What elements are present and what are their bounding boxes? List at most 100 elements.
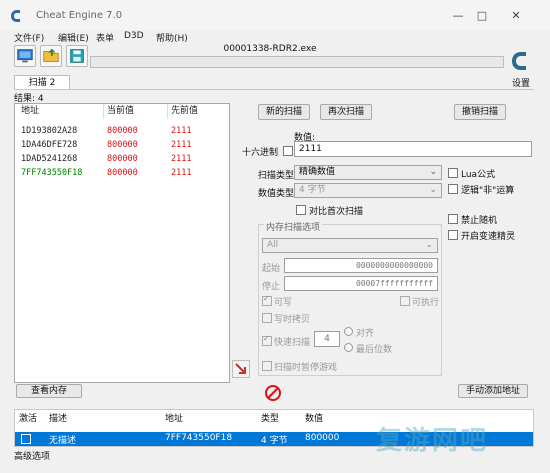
stop-label: 停止 xyxy=(262,282,281,292)
scan-progress-bar xyxy=(90,56,504,68)
scan-type-value: 精确数值 xyxy=(299,167,336,177)
value-type-value: 4 字节 xyxy=(299,185,326,195)
lua-label: Lua公式 xyxy=(461,170,496,180)
row-description: 无描述 xyxy=(49,436,77,446)
align-radio[interactable] xyxy=(344,327,353,336)
last-digits-radio[interactable] xyxy=(344,343,353,352)
column-header-value[interactable]: 数值 xyxy=(305,411,323,424)
row-address: 1DA46DFE728 xyxy=(21,140,78,150)
hex-checkbox[interactable] xyxy=(283,146,293,156)
list-item[interactable]: 7FF743550F18 800000 2111 xyxy=(15,166,229,180)
menu-edit[interactable]: 编辑(E) xyxy=(58,31,89,44)
row-current-value: 800000 xyxy=(107,154,138,164)
window-title: Cheat Engine 7.0 xyxy=(36,10,123,21)
column-header-description[interactable]: 描述 xyxy=(49,411,67,424)
copy-on-write-checkbox[interactable] xyxy=(262,313,272,323)
column-header-active[interactable]: 激活 xyxy=(19,411,37,424)
row-value: 800000 xyxy=(305,433,340,443)
pause-checkbox[interactable] xyxy=(262,361,272,371)
minimize-button[interactable]: — xyxy=(448,8,468,24)
open-file-button[interactable] xyxy=(40,45,62,67)
column-header-current[interactable]: 当前值 xyxy=(107,104,134,119)
chevron-down-icon: ⌄ xyxy=(429,185,437,195)
compare-first-checkbox[interactable] xyxy=(296,205,306,215)
folder-icon xyxy=(43,48,59,62)
value-input[interactable]: 2111 xyxy=(294,141,532,157)
view-memory-button[interactable]: 查看内存 xyxy=(16,384,82,398)
executable-checkbox[interactable] xyxy=(400,296,410,306)
column-divider xyxy=(103,104,104,119)
tab-scan-2[interactable]: 扫描 2 xyxy=(14,75,70,90)
fast-scan-label: 快速扫描 xyxy=(274,338,311,348)
column-header-type[interactable]: 类型 xyxy=(261,411,279,424)
next-scan-button[interactable]: 再次扫描 xyxy=(320,104,372,120)
executable-label: 可执行 xyxy=(412,298,440,308)
row-previous-value: 2111 xyxy=(171,154,192,164)
column-header-previous[interactable]: 先前值 xyxy=(171,104,198,119)
row-current-value: 800000 xyxy=(107,126,138,136)
new-scan-button[interactable]: 新的扫描 xyxy=(258,104,310,120)
menu-d3d[interactable]: D3D xyxy=(124,31,144,41)
menu-table[interactable]: 表单 xyxy=(96,31,114,44)
found-address-list[interactable]: 地址 当前值 先前值 1D193802A28 800000 2111 1DA46… xyxy=(14,103,230,383)
copy-on-write-label: 写时拷贝 xyxy=(274,315,311,325)
open-process-button[interactable] xyxy=(14,45,36,67)
stop-icon[interactable] xyxy=(264,384,282,402)
tab-divider xyxy=(14,89,534,90)
column-header-address[interactable]: 地址 xyxy=(21,104,39,119)
region-value: All xyxy=(267,240,279,250)
save-icon xyxy=(70,49,84,63)
settings-label[interactable]: 设置 xyxy=(512,76,530,89)
row-previous-value: 2111 xyxy=(171,126,192,136)
start-address-input[interactable]: 0000000000000000 xyxy=(284,258,438,273)
scan-type-select[interactable]: 精确数值 ⌄ xyxy=(294,165,442,180)
close-button[interactable]: ✕ xyxy=(506,8,526,24)
fast-scan-value-input[interactable]: 4 xyxy=(314,331,340,347)
process-name: 00001338-RDR2.exe xyxy=(223,44,317,54)
menu-help[interactable]: 帮助(H) xyxy=(156,31,188,44)
row-address: 1DAD5241268 xyxy=(21,154,78,164)
chevron-down-icon: ⌄ xyxy=(429,167,437,177)
menu-file[interactable]: 文件(F) xyxy=(14,31,44,44)
settings-logo-icon[interactable] xyxy=(510,48,532,74)
row-address: 1D193802A28 xyxy=(21,126,78,136)
check-icon: ✓ xyxy=(263,334,270,343)
check-icon: ✓ xyxy=(263,294,270,303)
save-button[interactable] xyxy=(66,45,88,67)
region-select[interactable]: All ⌄ xyxy=(262,238,438,253)
row-type: 4 字节 xyxy=(261,436,288,446)
writable-label: 可写 xyxy=(274,298,293,308)
maximize-button[interactable]: □ xyxy=(472,8,492,24)
start-label: 起始 xyxy=(262,264,281,274)
memory-options-title: 内存扫描选项 xyxy=(264,220,323,233)
no-random-label: 禁止随机 xyxy=(461,216,498,226)
list-item[interactable]: 1D193802A28 800000 2111 xyxy=(15,124,229,138)
value-type-label: 数值类型 xyxy=(258,189,295,199)
column-divider xyxy=(167,104,168,119)
hex-label: 十六进制 xyxy=(242,148,279,158)
list-item[interactable]: 1DA46DFE728 800000 2111 xyxy=(15,138,229,152)
value-type-select[interactable]: 4 字节 ⌄ xyxy=(294,183,442,198)
add-selected-arrow-icon[interactable] xyxy=(232,360,250,378)
speedhack-checkbox[interactable] xyxy=(448,230,458,240)
row-previous-value: 2111 xyxy=(171,168,192,178)
stop-address-input[interactable]: 00007fffffffffff xyxy=(284,276,438,291)
add-address-manually-button[interactable]: 手动添加地址 xyxy=(458,384,528,398)
undo-scan-button[interactable]: 撤销扫描 xyxy=(454,104,506,120)
pause-label: 扫描时暂停游戏 xyxy=(274,363,338,373)
row-previous-value: 2111 xyxy=(171,140,192,150)
not-checkbox[interactable] xyxy=(448,184,458,194)
align-label: 对齐 xyxy=(356,329,375,339)
column-header-address[interactable]: 地址 xyxy=(165,411,183,424)
active-checkbox[interactable] xyxy=(21,434,31,444)
row-current-value: 800000 xyxy=(107,168,138,178)
title-bar: Cheat Engine 7.0 — □ ✕ xyxy=(0,0,550,30)
cheat-engine-logo-icon xyxy=(11,10,20,22)
speedhack-label: 开启变速精灵 xyxy=(461,232,516,242)
not-label: 逻辑"非"运算 xyxy=(461,186,515,196)
row-current-value: 800000 xyxy=(107,140,138,150)
no-random-checkbox[interactable] xyxy=(448,214,458,224)
list-item[interactable]: 1DAD5241268 800000 2111 xyxy=(15,152,229,166)
lua-checkbox[interactable] xyxy=(448,168,458,178)
advanced-options-link[interactable]: 高级选项 xyxy=(14,449,50,462)
